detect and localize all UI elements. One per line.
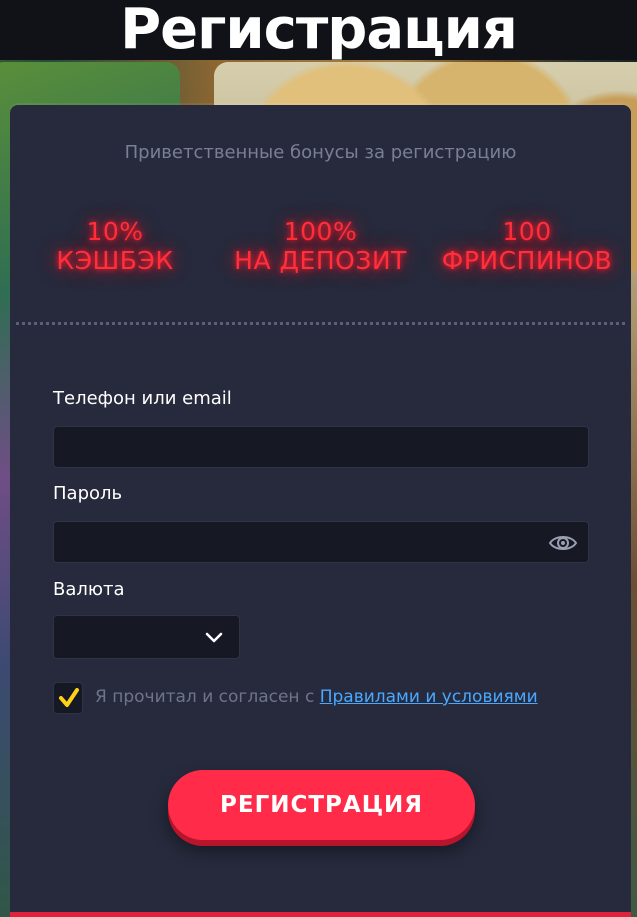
bonus-deposit: 100% НА ДЕПОЗИТ <box>228 217 413 275</box>
chevron-down-icon <box>205 630 223 644</box>
page-title: Регистрация <box>120 0 518 62</box>
registration-page: Регистрация Приветственные бонусы за рег… <box>0 0 637 917</box>
bonus-caption: Приветственные бонусы за регистрацию <box>124 142 517 163</box>
bottom-accent-strip <box>10 912 631 917</box>
register-button[interactable]: РЕГИСТРАЦИЯ <box>168 770 475 840</box>
bonus-value: 100 <box>502 217 552 246</box>
password-field[interactable] <box>53 521 589 563</box>
eye-icon[interactable] <box>548 531 578 555</box>
dotted-divider <box>16 322 625 325</box>
login-input[interactable] <box>54 427 588 467</box>
bonus-cashback: 10% КЭШБЭК <box>50 217 180 275</box>
bonus-list: 10% КЭШБЭК 100% НА ДЕПОЗИТ 100 ФРИСПИНОВ <box>10 217 631 277</box>
terms-link[interactable]: Правилами и условиями <box>320 687 538 707</box>
currency-select[interactable] <box>53 615 240 659</box>
bonus-label: НА ДЕПОЗИТ <box>234 246 407 275</box>
terms-text: Я прочитал и согласен с Правилами и усло… <box>95 687 538 707</box>
bonus-label: ФРИСПИНОВ <box>441 246 613 275</box>
checkmark-icon <box>59 688 79 707</box>
terms-prefix: Я прочитал и согласен с <box>95 687 320 707</box>
bonus-value: 100% <box>283 217 358 246</box>
registration-card: Приветственные бонусы за регистрацию 10%… <box>10 105 631 917</box>
password-label: Пароль <box>53 483 123 504</box>
login-field[interactable] <box>53 426 589 468</box>
terms-checkbox[interactable] <box>53 682 83 714</box>
bonus-label: КЭШБЭК <box>56 246 174 275</box>
password-input[interactable] <box>54 522 588 562</box>
currency-label: Валюта <box>53 579 125 600</box>
login-label: Телефон или email <box>53 388 232 409</box>
bonus-freespins: 100 ФРИСПИНОВ <box>432 217 622 275</box>
bonus-value: 10% <box>86 217 144 246</box>
